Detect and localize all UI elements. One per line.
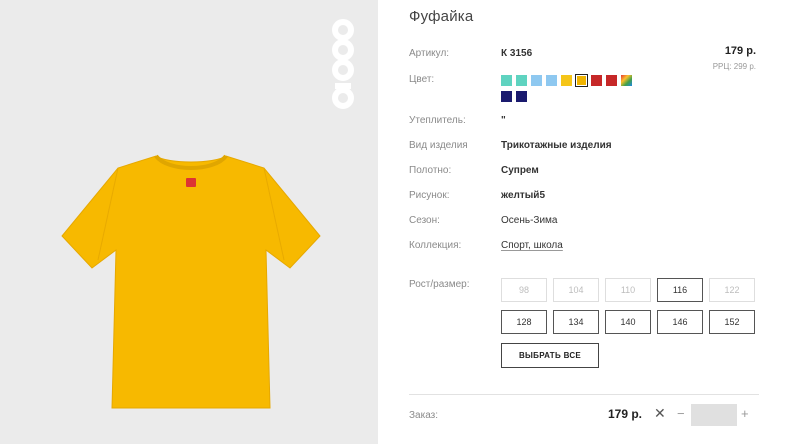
color-swatch[interactable]: [561, 75, 572, 86]
product-price: 179 р.: [724, 45, 756, 57]
tshirt-image: [61, 154, 321, 409]
order-price: 179 р.: [608, 407, 643, 421]
insulation-value: ": [501, 115, 506, 126]
color-swatch[interactable]: [546, 75, 557, 86]
size-option-140[interactable]: 140: [605, 310, 651, 334]
color-swatch[interactable]: [501, 75, 512, 86]
pattern-label: Рисунок:: [409, 190, 450, 201]
swatch-row: [501, 91, 651, 102]
quantity-input[interactable]: [691, 404, 737, 426]
type-value: Трикотажные изделия: [501, 140, 612, 151]
color-swatch[interactable]: [575, 74, 588, 87]
remove-icon[interactable]: ✕: [654, 405, 666, 422]
color-swatches: [501, 74, 651, 107]
product-photo-panel[interactable]: [0, 0, 378, 444]
order-label: Заказ:: [409, 410, 439, 421]
color-swatch[interactable]: [516, 91, 527, 102]
season-value: Осень-Зима: [501, 215, 558, 226]
quantity-decrease-button[interactable]: −: [677, 406, 685, 421]
size-option-104: 104: [553, 278, 599, 302]
insulation-label: Утеплитель:: [409, 115, 466, 126]
quantity-increase-button[interactable]: +: [741, 406, 749, 421]
article-label: Артикул:: [409, 48, 450, 59]
fabric-value: Супрем: [501, 165, 539, 176]
color-label: Цвет:: [409, 74, 435, 85]
color-swatch[interactable]: [531, 75, 542, 86]
size-option-128[interactable]: 128: [501, 310, 547, 334]
size-option-110: 110: [605, 278, 651, 302]
select-all-button[interactable]: ВЫБРАТЬ ВСЕ: [501, 343, 599, 368]
swatch-row: [501, 74, 651, 87]
fabric-label: Полотно:: [409, 165, 452, 176]
color-swatch[interactable]: [516, 75, 527, 86]
product-title: Фуфайка: [409, 8, 474, 25]
size-option-134[interactable]: 134: [553, 310, 599, 334]
rrp-price: РРЦ: 299 р.: [712, 62, 756, 71]
article-value: К 3156: [501, 48, 533, 59]
product-info: Фуфайка Артикул: К 3156 179 р. РРЦ: 299 …: [409, 0, 769, 444]
size-label: Рост/размер:: [409, 279, 470, 290]
color-swatch[interactable]: [606, 75, 617, 86]
size-option-152[interactable]: 152: [709, 310, 755, 334]
size-option-98: 98: [501, 278, 547, 302]
season-label: Сезон:: [409, 215, 440, 226]
color-swatch[interactable]: [621, 75, 632, 86]
color-swatch[interactable]: [501, 91, 512, 102]
size-option-116[interactable]: 116: [657, 278, 703, 302]
size-option-146[interactable]: 146: [657, 310, 703, 334]
pattern-value: желтый5: [501, 190, 546, 201]
size-option-122: 122: [709, 278, 755, 302]
collection-label: Коллекция:: [409, 240, 462, 251]
type-label: Вид изделия: [409, 140, 468, 151]
divider: [409, 394, 759, 395]
color-swatch[interactable]: [591, 75, 602, 86]
collection-link[interactable]: Спорт, школа: [501, 240, 563, 251]
brand-logo: [332, 19, 354, 109]
